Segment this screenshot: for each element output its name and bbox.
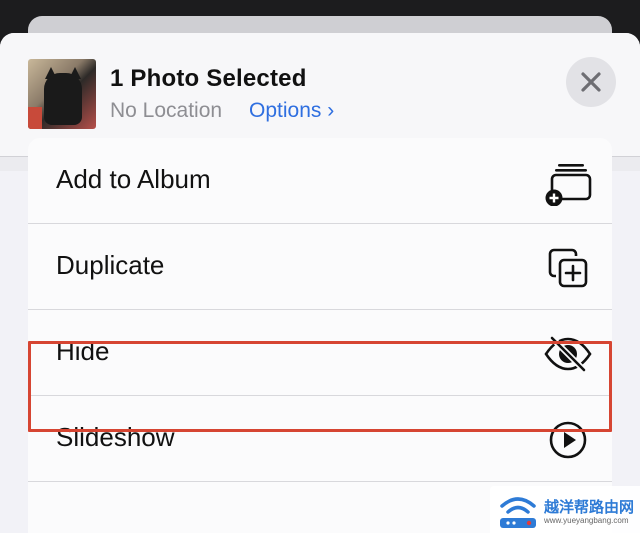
menu-item-label: Hide xyxy=(56,336,110,366)
menu-item-label: Add to Album xyxy=(56,164,211,194)
add-to-album-icon xyxy=(545,164,592,206)
wifi-router-icon xyxy=(500,497,536,528)
watermark-url: www.yueyangbang.com xyxy=(544,516,629,525)
menu-item-label: Duplicate xyxy=(56,250,165,280)
eye-slash-icon xyxy=(544,335,592,373)
play-circle-icon xyxy=(549,421,587,459)
options-link[interactable]: Options › xyxy=(249,99,334,123)
sheet-title: 1 Photo Selected xyxy=(110,65,307,92)
close-icon xyxy=(581,72,601,92)
action-menu: Add to Album Duplicate Hide Slideshow xyxy=(28,138,612,533)
location-label: No Location xyxy=(110,99,223,122)
menu-item-slideshow[interactable]: Slideshow xyxy=(28,396,612,481)
watermark-text: 越洋帮路由网 xyxy=(544,498,635,516)
menu-item-label: Slideshow xyxy=(56,422,175,452)
menu-separator xyxy=(28,481,612,482)
menu-item-add-to-album[interactable]: Add to Album xyxy=(28,138,612,223)
menu-item-duplicate[interactable]: Duplicate xyxy=(28,224,612,309)
watermark: 越洋帮路由网 www.yueyangbang.com xyxy=(490,486,640,533)
photo-thumbnail xyxy=(28,59,96,129)
menu-item-hide[interactable]: Hide xyxy=(28,310,612,395)
close-button[interactable] xyxy=(566,57,616,107)
duplicate-icon xyxy=(548,248,588,288)
